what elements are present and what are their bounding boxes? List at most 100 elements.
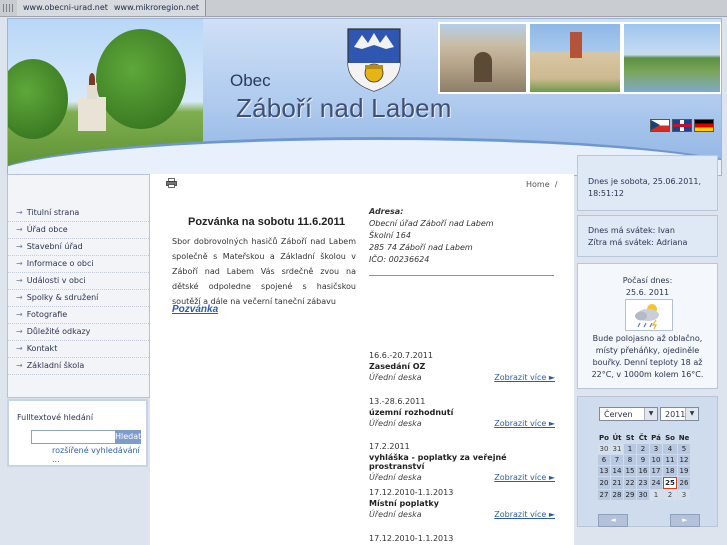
czech-flag-icon[interactable]: [650, 119, 670, 132]
calendar-day[interactable]: 9: [637, 455, 649, 465]
calendar-day[interactable]: 8: [624, 455, 636, 465]
link-mikroregion[interactable]: www.mikroregion.net: [108, 0, 207, 16]
search-button[interactable]: Hledat: [115, 430, 141, 444]
menu-item-skola[interactable]: → Základní škola: [8, 358, 149, 375]
calendar-day[interactable]: 29: [624, 490, 636, 500]
calendar-day[interactable]: 26: [678, 477, 690, 489]
current-time: 18:51:12: [588, 189, 624, 198]
calendar-day[interactable]: 3: [678, 490, 690, 500]
calendar-day[interactable]: 10: [650, 455, 662, 465]
invitation-link[interactable]: Pozvánka: [172, 304, 218, 315]
news-text: Sbor dobrovolných hasičů Záboří nad Labe…: [172, 237, 356, 306]
menu-item-urad[interactable]: → Úřad obce: [8, 222, 149, 239]
chevron-down-icon: ▼: [685, 408, 698, 420]
river-weir-photo: [622, 22, 721, 94]
calendar-day[interactable]: 7: [611, 455, 623, 465]
main-content: Home / Pozvánka na sobotu 11.6.2011 Sbor…: [150, 174, 574, 545]
calendar-day[interactable]: 22: [624, 477, 636, 489]
calendar-day[interactable]: 30: [598, 444, 610, 454]
calendar-day[interactable]: 13: [598, 466, 610, 476]
calendar-day[interactable]: 17: [650, 466, 662, 476]
board-date: 17.2.2011: [369, 442, 410, 451]
calendar-day[interactable]: 15: [624, 466, 636, 476]
calendar-day[interactable]: 1: [624, 444, 636, 454]
calendar-day[interactable]: 2: [663, 490, 677, 500]
calendar-day[interactable]: 24: [650, 477, 662, 489]
show-more-link[interactable]: Zobrazit více ►: [494, 473, 555, 482]
board-item: 16.6.-20.7.2011 Zasedání OZ Úřední deska…: [369, 351, 555, 382]
board-title: Zasedání OZ: [369, 362, 426, 371]
link-obecni-urad[interactable]: www.obecni-urad.net: [17, 0, 115, 16]
address-line: IČO: 00236624: [369, 255, 430, 264]
address-line: Školní 164: [369, 231, 411, 240]
calendar-grid: Po Út St Čt Pá So Ne 30 31 1 2 3 4 5 6 7…: [597, 432, 691, 501]
header-town-name: Záboří nad Labem: [236, 93, 452, 123]
breadcrumb-home[interactable]: Home: [526, 180, 550, 189]
menu-item-kontakt[interactable]: → Kontakt: [8, 341, 149, 358]
month-value: Červen: [604, 410, 633, 419]
calendar-day-today[interactable]: 25: [663, 477, 677, 489]
church-portal-photo: [438, 22, 528, 94]
menu-item-fotografie[interactable]: → Fotografie: [8, 307, 149, 324]
calendar-day[interactable]: 4: [663, 444, 677, 454]
show-more-link[interactable]: Zobrazit více ►: [494, 419, 555, 428]
calendar-box: Červen ▼ 2011 ▼ Po Út St Čt Pá So Ne 30 …: [577, 396, 718, 527]
calendar-day[interactable]: 18: [663, 466, 677, 476]
menu-item-spolky[interactable]: → Spolky & sdružení: [8, 290, 149, 307]
weekday-header: Ne: [678, 434, 690, 442]
show-more-link[interactable]: Zobrazit více ►: [494, 373, 555, 382]
calendar-day[interactable]: 21: [611, 477, 623, 489]
address-label: Adresa:: [369, 207, 404, 216]
calendar-next-button[interactable]: ►: [670, 514, 700, 527]
show-more-link[interactable]: Zobrazit více ►: [494, 510, 555, 519]
board-date: 17.12.2010-1.1.2013: [369, 534, 454, 543]
board-date: 16.6.-20.7.2011: [369, 351, 433, 360]
weekday-header: So: [665, 434, 675, 442]
board-item: 17.12.2010-1.1.2013: [369, 534, 555, 543]
calendar-day[interactable]: 1: [650, 490, 662, 500]
search-input[interactable]: [31, 430, 119, 444]
calendar-day[interactable]: 31: [611, 444, 623, 454]
menu-item-stavebni[interactable]: → Stavební úřad: [8, 239, 149, 256]
calendar-day[interactable]: 6: [598, 455, 610, 465]
calendar-day[interactable]: 3: [650, 444, 662, 454]
calendar-day[interactable]: 11: [663, 455, 677, 465]
left-navigation: → Titulní strana → Úřad obce → Stavební úřa…: [7, 174, 150, 398]
advanced-search-link[interactable]: rozšířené vyhledávání ...: [52, 446, 146, 464]
weekday-header: Po: [599, 434, 609, 442]
calendar-day[interactable]: 23: [637, 477, 649, 489]
calendar-day[interactable]: 20: [598, 477, 610, 489]
year-select[interactable]: 2011 ▼: [660, 407, 699, 421]
bullet-icon: →: [16, 276, 23, 285]
bullet-icon: →: [16, 310, 23, 319]
calendar-day[interactable]: 19: [678, 466, 690, 476]
calendar-prev-button[interactable]: ◄: [598, 514, 628, 527]
bullet-icon: →: [16, 344, 23, 353]
current-date: Dnes je sobota, 25.06.2011,: [588, 177, 702, 186]
menu-item-udalosti[interactable]: → Události v obci: [8, 273, 149, 290]
print-icon[interactable]: [166, 178, 177, 188]
calendar-day[interactable]: 30: [637, 490, 649, 500]
weekday-header: Pá: [651, 434, 661, 442]
current-date-box: Dnes je sobota, 25.06.2011, 18:51:12: [577, 155, 718, 211]
menu-item-odkazy[interactable]: → Důležité odkazy: [8, 324, 149, 341]
calendar-day[interactable]: 5: [678, 444, 690, 454]
board-date: 13.-28.6.2011: [369, 397, 426, 406]
german-flag-icon[interactable]: [694, 119, 714, 132]
calendar-day[interactable]: 12: [678, 455, 690, 465]
grip-icon: [3, 4, 13, 12]
calendar-day[interactable]: 27: [598, 490, 610, 500]
calendar-day[interactable]: 14: [611, 466, 623, 476]
weather-forecast: Bude polojasno až oblačno, místy přeháňk…: [591, 334, 704, 379]
calendar-day[interactable]: 16: [637, 466, 649, 476]
menu-item-informace[interactable]: → Informace o obci: [8, 256, 149, 273]
bullet-icon: →: [16, 293, 23, 302]
calendar-day[interactable]: 28: [611, 490, 623, 500]
main-menu: → Titulní strana → Úřad obce → Stavební úřa…: [8, 205, 149, 375]
calendar-day[interactable]: 2: [637, 444, 649, 454]
menu-item-titulni[interactable]: → Titulní strana: [8, 205, 149, 222]
english-flag-icon[interactable]: [672, 119, 692, 132]
bullet-icon: →: [16, 327, 23, 336]
church-photo: [528, 22, 622, 94]
month-select[interactable]: Červen ▼: [599, 407, 658, 421]
